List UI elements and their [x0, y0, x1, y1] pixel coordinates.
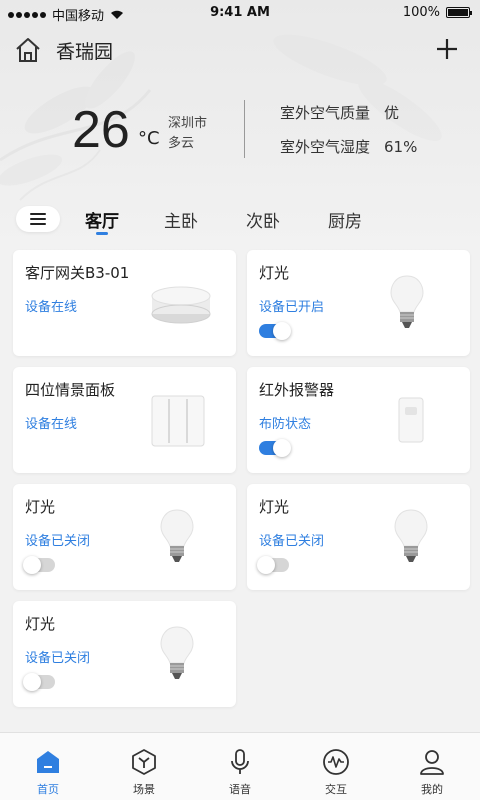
- light-toggle[interactable]: [257, 556, 289, 574]
- user-icon: [420, 750, 444, 775]
- tab-master-bedroom[interactable]: 主卧: [164, 207, 198, 232]
- scene-icon: [132, 749, 156, 775]
- nav-label: 语音: [229, 783, 251, 796]
- microphone-icon: [231, 749, 249, 774]
- add-button[interactable]: [432, 34, 462, 64]
- nav-label: 场景: [133, 783, 155, 796]
- device-card-scene-panel[interactable]: 四位情景面板 设备在线: [13, 367, 236, 473]
- air-quality-row: 室外空气质量优: [280, 102, 399, 123]
- tab-kitchen[interactable]: 厨房: [328, 207, 362, 232]
- device-card-ir-alarm[interactable]: 红外报警器 布防状态: [247, 367, 470, 473]
- device-title: 灯光: [259, 264, 290, 282]
- light-toggle[interactable]: [23, 556, 55, 574]
- battery-percent: 100%: [402, 5, 440, 20]
- gateway-icon: [151, 286, 211, 324]
- device-card-light-2[interactable]: 灯光 设备已关闭: [13, 484, 236, 590]
- device-title: 红外报警器: [259, 381, 335, 399]
- bulb-icon: [160, 626, 194, 679]
- device-status: 布防状态: [259, 417, 312, 432]
- status-bar: 中国移动 9:41 AM 100%: [0, 0, 480, 26]
- nav-scene[interactable]: 场景: [96, 733, 192, 800]
- bulb-icon: [160, 509, 194, 562]
- air-quality-value: 优: [384, 104, 400, 122]
- nav-interaction[interactable]: 交互: [288, 733, 384, 800]
- light-toggle[interactable]: [23, 673, 55, 691]
- temperature-unit: °C: [138, 128, 160, 149]
- humidity-value: 61%: [384, 138, 418, 156]
- menu-icon: [30, 213, 46, 225]
- device-status: 设备已开启: [259, 300, 325, 315]
- device-status: 设备已关闭: [25, 651, 91, 666]
- device-title: 客厅网关B3-01: [25, 264, 130, 282]
- device-title: 灯光: [25, 498, 56, 516]
- device-card-light-4[interactable]: 灯光 设备已关闭: [13, 601, 236, 707]
- nav-label: 首页: [37, 783, 59, 796]
- device-status: 设备已关闭: [25, 534, 91, 549]
- air-quality-label: 室外空气质量: [280, 104, 371, 122]
- humidity-row: 室外空气湿度 61%: [280, 136, 417, 157]
- temperature-value: 26: [72, 101, 130, 159]
- nav-mine[interactable]: 我的: [384, 733, 480, 800]
- light-toggle[interactable]: [259, 322, 291, 340]
- nav-label: 交互: [325, 783, 347, 796]
- device-title: 灯光: [259, 498, 290, 516]
- ir-sensor-icon: [398, 397, 424, 443]
- nav-voice[interactable]: 语音: [192, 733, 288, 800]
- city-name: 深圳市: [168, 116, 208, 131]
- device-status: 设备在线: [25, 300, 78, 315]
- device-status: 设备已关闭: [259, 534, 325, 549]
- bulb-icon: [394, 509, 428, 562]
- weather-condition: 多云: [168, 136, 195, 151]
- device-status: 设备在线: [25, 417, 78, 432]
- nav-home[interactable]: 首页: [0, 733, 96, 800]
- status-right: 100%: [402, 5, 472, 20]
- tab-living-room[interactable]: 客厅: [85, 207, 119, 232]
- device-title: 四位情景面板: [25, 381, 116, 399]
- room-menu-button[interactable]: [16, 206, 60, 232]
- nav-label: 我的: [421, 783, 443, 796]
- interaction-icon: [323, 749, 349, 775]
- bottom-navigation: 首页 场景 语音 交互 我的: [0, 732, 480, 800]
- alarm-toggle[interactable]: [259, 439, 291, 457]
- weather-divider: [244, 100, 245, 158]
- home-icon: [37, 751, 59, 773]
- device-card-gateway[interactable]: 客厅网关B3-01 设备在线: [13, 250, 236, 356]
- switch-panel-icon: [151, 395, 205, 447]
- bulb-icon: [390, 275, 424, 328]
- tab-active-indicator: [96, 232, 108, 235]
- humidity-label: 室外空气湿度: [280, 138, 371, 156]
- tab-second-bedroom[interactable]: 次卧: [246, 207, 280, 232]
- battery-icon: [446, 7, 472, 18]
- home-icon[interactable]: [14, 36, 42, 64]
- device-card-light-1[interactable]: 灯光 设备已开启: [247, 250, 470, 356]
- device-card-light-3[interactable]: 灯光 设备已关闭: [247, 484, 470, 590]
- home-name[interactable]: 香瑞园: [56, 37, 113, 64]
- app-header: 香瑞园: [0, 30, 480, 70]
- device-title: 灯光: [25, 615, 56, 633]
